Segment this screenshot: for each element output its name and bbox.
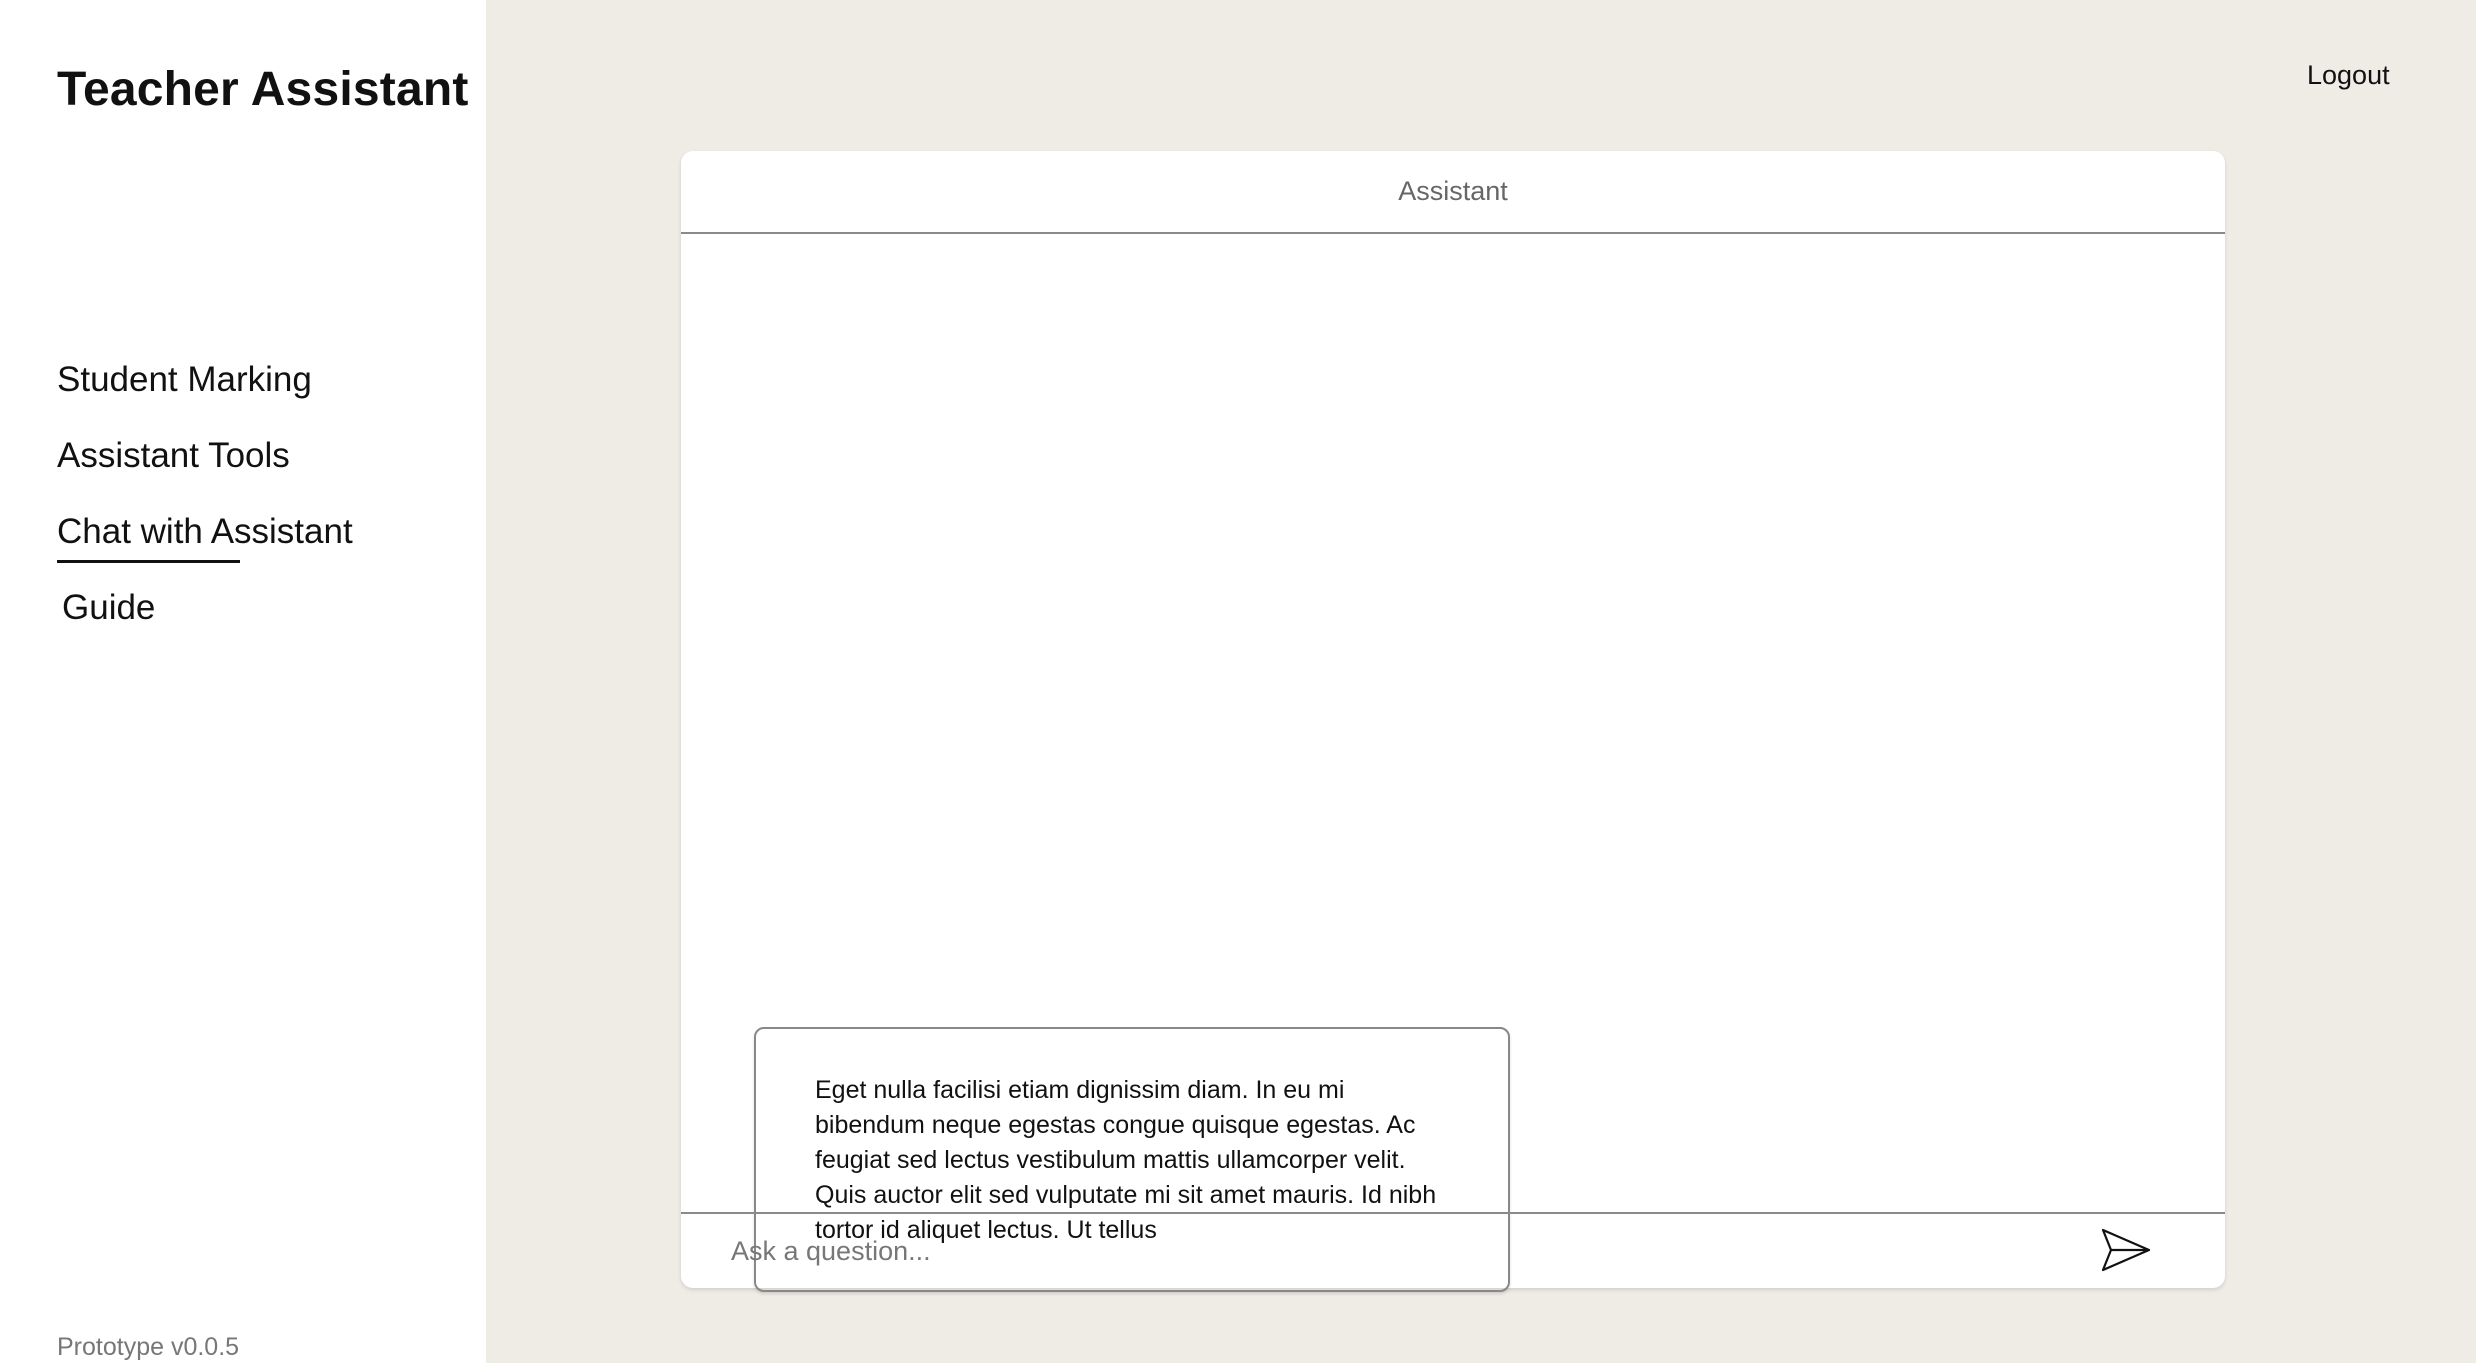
nav-item-label: Chat with Assistant — [57, 512, 353, 551]
chat-header: Assistant — [681, 151, 2225, 234]
nav-item-chat-with-assistant[interactable]: Chat with Assistant — [57, 507, 353, 583]
logout-button[interactable]: Logout — [2307, 60, 2390, 91]
version-label: Prototype v0.0.5 — [57, 1333, 240, 1361]
chat-composer — [681, 1212, 2225, 1288]
chat-title: Assistant — [1398, 176, 1508, 206]
app-root: Teacher Assistant Student Marking Assist… — [0, 0, 2476, 1363]
nav-item-guide[interactable]: Guide — [57, 583, 353, 659]
sidebar: Teacher Assistant Student Marking Assist… — [0, 0, 486, 1363]
nav-item-assistant-tools[interactable]: Assistant Tools — [57, 431, 353, 507]
send-button[interactable] — [2101, 1227, 2151, 1273]
active-indicator — [57, 560, 240, 563]
message-list[interactable]: Eget nulla facilisi etiam dignissim diam… — [681, 236, 2225, 1363]
question-input[interactable] — [731, 1230, 2031, 1272]
chat-panel: Assistant Eget nulla facilisi etiam dign… — [681, 151, 2225, 1292]
app-title: Teacher Assistant — [57, 63, 469, 116]
sidebar-nav: Student Marking Assistant Tools Chat wit… — [57, 355, 353, 659]
nav-item-student-marking[interactable]: Student Marking — [57, 355, 353, 431]
send-icon — [2101, 1228, 2151, 1272]
